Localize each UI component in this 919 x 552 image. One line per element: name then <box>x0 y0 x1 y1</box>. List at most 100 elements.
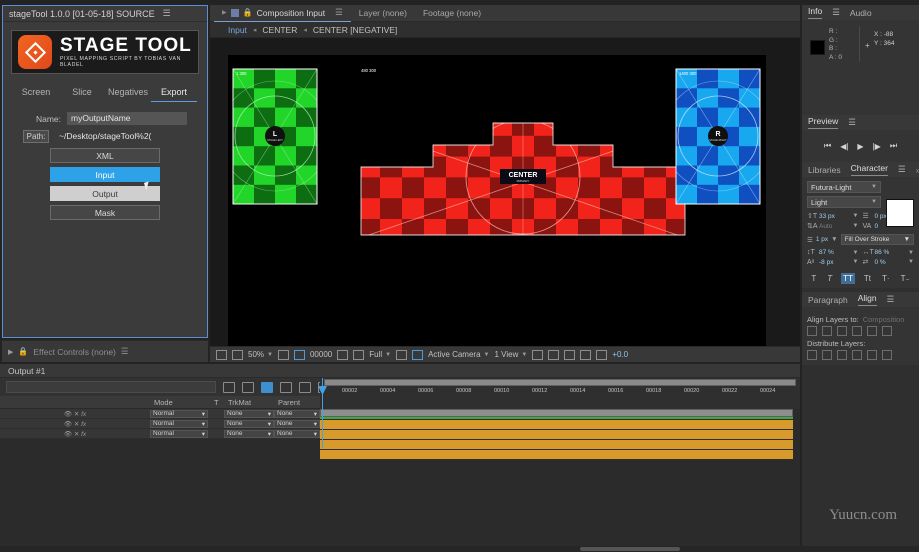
tab-export[interactable]: Export <box>151 84 197 102</box>
trkmat-dropdown[interactable]: None ▾ <box>224 419 274 428</box>
horizontal-scrollbar[interactable] <box>0 546 919 552</box>
region-of-interest-icon[interactable] <box>293 349 305 360</box>
distribute-bottom-icon[interactable] <box>882 350 892 360</box>
font-size-field[interactable]: ⇧T 33 px ▼ <box>807 212 859 221</box>
exposure-gear-icon[interactable] <box>596 349 608 360</box>
tab-info[interactable]: Info <box>808 6 823 19</box>
align-center-v-icon[interactable] <box>867 326 877 336</box>
all-caps-button[interactable]: TT <box>841 273 855 284</box>
tab-libraries[interactable]: Libraries <box>808 165 841 175</box>
comp-flowchart-icon[interactable] <box>580 349 592 360</box>
distribute-center-h-icon[interactable] <box>822 350 832 360</box>
play-icon[interactable]: ▶ <box>857 142 863 151</box>
pixel-aspect-icon[interactable] <box>532 349 544 360</box>
input-button[interactable]: Input <box>50 167 160 182</box>
breadcrumb-center[interactable]: CENTER <box>262 25 297 35</box>
xml-button[interactable]: XML <box>50 148 160 163</box>
horizontal-scale-field[interactable]: ↔T 86 % ▼ <box>863 249 915 256</box>
distribute-right-icon[interactable] <box>837 350 847 360</box>
time-bar[interactable] <box>320 409 793 417</box>
timeline-icon[interactable] <box>564 349 576 360</box>
hamburger-icon[interactable]: ☰ <box>121 346 129 357</box>
lock-icon[interactable]: 🔒 <box>243 8 253 17</box>
fast-preview-icon[interactable] <box>548 349 560 360</box>
faux-italic-button[interactable]: T <box>825 273 834 284</box>
transparency-grid-icon[interactable] <box>396 349 408 360</box>
hamburger-icon[interactable]: ☰ <box>335 7 343 18</box>
tab-layer[interactable]: Layer (none) <box>351 5 415 22</box>
trkmat-dropdown[interactable]: None ▾ <box>224 429 274 438</box>
table-row[interactable]: 👁 ✕ fx Normal ▾ None ▾ None ▾ <box>0 429 320 439</box>
distribute-center-v-icon[interactable] <box>867 350 877 360</box>
small-caps-button[interactable]: Tt <box>862 273 873 284</box>
show-snapshot-icon[interactable] <box>232 349 243 360</box>
lock-icon[interactable]: 🔒 <box>18 347 28 356</box>
breadcrumb-input[interactable]: Input <box>228 25 247 35</box>
search-input[interactable] <box>6 381 216 393</box>
hamburger-icon[interactable]: ☰ <box>848 117 856 128</box>
tab-negatives[interactable]: Negatives <box>105 84 151 102</box>
mask-button[interactable]: Mask <box>50 205 160 220</box>
path-input[interactable]: ~/Desktop/stageTool%2( <box>55 130 187 143</box>
output-button[interactable]: Output <box>50 186 160 201</box>
path-button[interactable]: Path: <box>23 130 49 143</box>
tab-screen[interactable]: Screen <box>13 84 59 102</box>
tab-character[interactable]: Character <box>850 163 888 176</box>
views-select[interactable]: 1 View ▼ <box>494 350 527 359</box>
trkmat-dropdown[interactable]: None ▾ <box>224 409 274 418</box>
mode-dropdown[interactable]: Normal ▾ <box>150 419 208 428</box>
baseline-shift-field[interactable]: Aᵃ -8 px ▼ <box>807 258 859 266</box>
timeline-tab-output[interactable]: Output #1 <box>0 364 800 378</box>
expand-triangle-icon[interactable]: ▶ <box>8 348 13 356</box>
motion-blur-icon[interactable] <box>261 381 273 393</box>
parent-dropdown[interactable]: None ▾ <box>274 409 320 418</box>
grid-icon[interactable] <box>277 349 289 360</box>
tab-paragraph[interactable]: Paragraph <box>808 295 848 305</box>
table-row[interactable]: 👁 ✕ fx Normal ▾ None ▾ None ▾ <box>0 409 320 419</box>
frame-blend-icon[interactable] <box>280 381 292 393</box>
align-left-icon[interactable] <box>807 326 817 336</box>
zoom-select[interactable]: 50% ▼ <box>248 350 273 359</box>
prev-frame-icon[interactable]: ◀| <box>840 142 848 151</box>
table-row[interactable]: 👁 ✕ fx Normal ▾ None ▾ None ▾ <box>0 419 320 429</box>
hamburger-icon[interactable]: ☰ <box>163 8 171 19</box>
breadcrumb-center-negative[interactable]: CENTER [NEGATIVE] <box>313 25 397 35</box>
distribute-top-icon[interactable] <box>852 350 862 360</box>
camera-icon[interactable] <box>337 349 349 360</box>
vertical-scale-field[interactable]: ↕T 87 % ▼ <box>807 249 859 256</box>
composition-canvas[interactable]: L STAGE LEFT 1 300 CENTER PRIMARY 480 30… <box>228 55 766 346</box>
timeline-ruler[interactable]: 00002 00004 00006 00008 00010 00012 0001… <box>320 378 800 409</box>
scrollbar-thumb[interactable] <box>580 547 680 551</box>
align-top-icon[interactable] <box>852 326 862 336</box>
draft-3d-icon[interactable] <box>242 381 254 393</box>
camera-select[interactable]: Active Camera ▼ <box>428 350 489 359</box>
stroke-width-value[interactable]: 1 px <box>816 236 828 243</box>
tab-footage[interactable]: Footage (none) <box>415 5 489 22</box>
hamburger-icon[interactable]: ☰ <box>832 7 840 18</box>
distribute-left-icon[interactable] <box>807 350 817 360</box>
first-frame-icon[interactable]: ⏮ <box>824 141 831 151</box>
tsume-field[interactable]: ⇄ 0 % ▼ <box>863 258 915 267</box>
exposure-value[interactable]: +0.0 <box>612 350 628 359</box>
tab-align[interactable]: Align <box>857 293 877 306</box>
3d-view-icon[interactable] <box>412 349 424 360</box>
mode-dropdown[interactable]: Normal ▾ <box>150 409 208 418</box>
tab-audio[interactable]: Audio <box>850 8 872 18</box>
next-frame-icon[interactable]: |▶ <box>873 142 881 151</box>
layer-bar-2[interactable] <box>320 430 793 440</box>
stroke-mode-select[interactable]: Fill Over Stroke ▼ <box>840 234 914 245</box>
align-bottom-icon[interactable] <box>882 326 892 336</box>
name-input[interactable]: myOutputName <box>67 112 187 125</box>
last-frame-icon[interactable]: ⏭ <box>890 141 897 151</box>
tab-preview[interactable]: Preview <box>808 116 839 129</box>
layer-bar-3[interactable] <box>320 440 793 450</box>
work-area-bar[interactable] <box>324 379 796 386</box>
graph-editor-icon[interactable] <box>299 381 311 393</box>
layer-bar-4[interactable] <box>320 450 793 460</box>
hamburger-icon[interactable]: ☰ <box>887 294 895 305</box>
hamburger-icon[interactable]: ☰ <box>898 164 906 175</box>
font-family-select[interactable]: Futura-Light ▼ <box>807 181 881 193</box>
tab-slice[interactable]: Slice <box>59 84 105 102</box>
composition-mini-flowchart-icon[interactable] <box>223 381 235 393</box>
align-target-value[interactable]: Composition <box>863 315 905 324</box>
